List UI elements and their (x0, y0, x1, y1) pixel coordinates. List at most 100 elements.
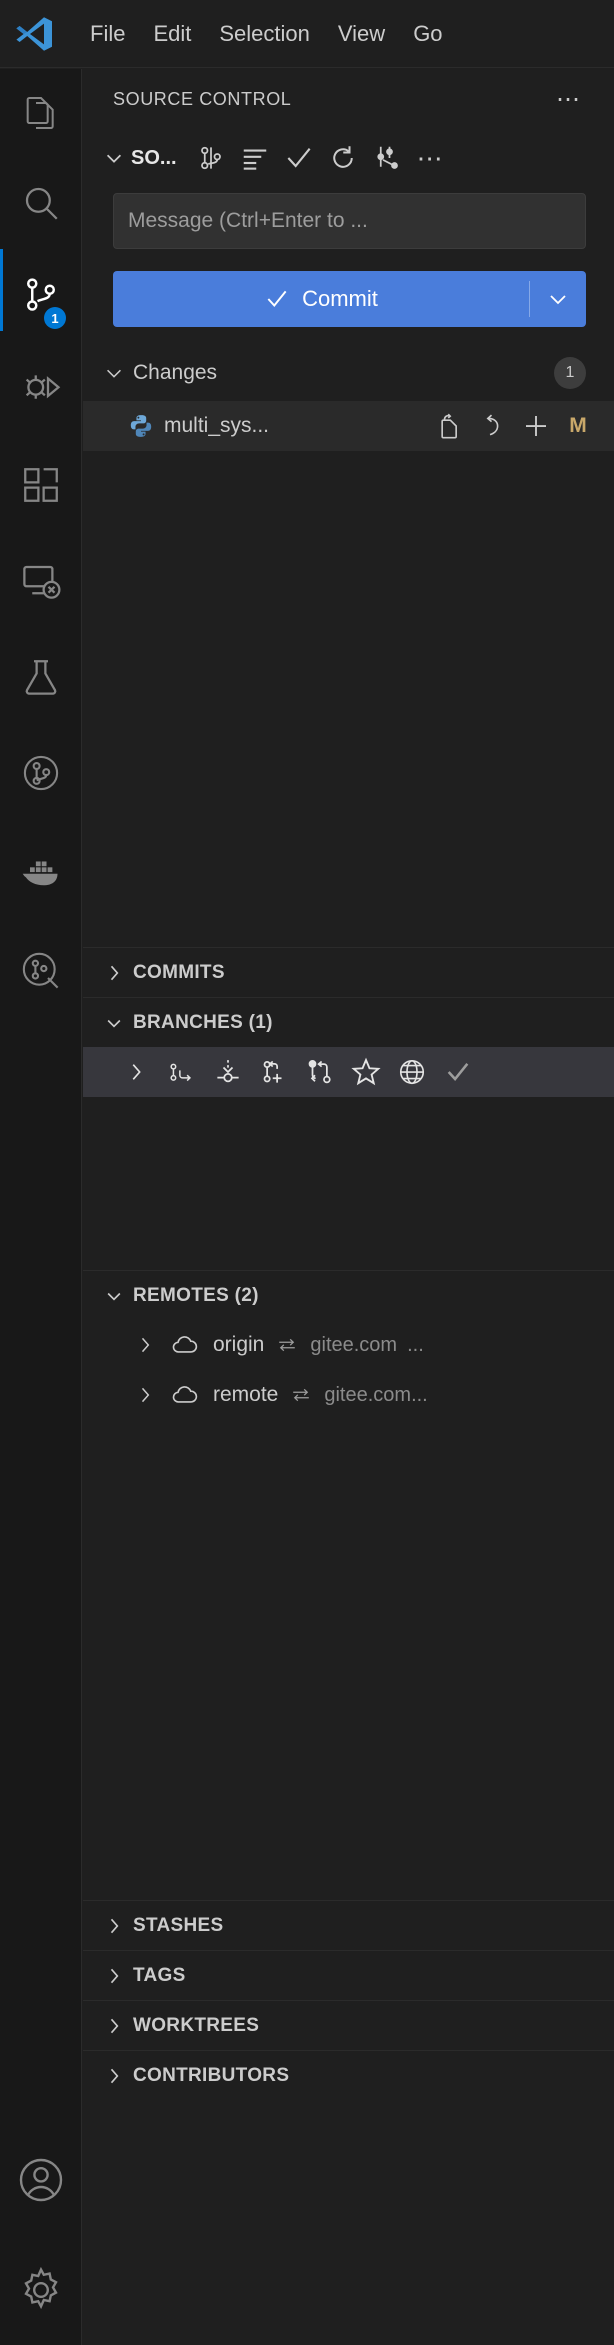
views-more-actions-icon[interactable]: ⋯ (556, 85, 600, 114)
changed-file-row[interactable]: multi_sys... M (83, 401, 614, 451)
chevron-right-icon (99, 1911, 129, 1941)
search-icon (20, 182, 62, 224)
activity-docker[interactable] (0, 821, 82, 921)
chevron-right-icon (99, 2061, 129, 2091)
activity-source-control[interactable]: 1 (0, 249, 82, 341)
scm-more-actions-button[interactable]: ⋯ (409, 136, 453, 180)
branches-empty-space (83, 1097, 614, 1270)
python-file-icon (128, 413, 154, 439)
chevron-right-icon (99, 958, 129, 988)
vscode-logo-icon[interactable] (14, 14, 54, 54)
activity-manage-settings[interactable] (0, 2235, 82, 2345)
scm-provider-toolbar: SO... ⋯ (83, 129, 614, 187)
branch-create-button[interactable] (251, 1049, 297, 1095)
changes-group-header[interactable]: Changes 1 (83, 345, 614, 401)
remotes-empty-space (83, 1420, 614, 1900)
pane-tags[interactable]: TAGS (83, 1950, 614, 2000)
git-inspect-icon (20, 950, 62, 992)
menu-bar: File Edit Selection View Go (0, 0, 614, 68)
menu-edit[interactable]: Edit (139, 19, 205, 49)
chevron-down-icon[interactable] (99, 143, 129, 173)
discard-changes-button[interactable] (470, 404, 514, 448)
changes-label: Changes (133, 361, 218, 384)
commit-button[interactable]: Commit (113, 271, 586, 327)
remote-host-origin: gitee.com (310, 1333, 398, 1356)
chevron-right-icon[interactable] (125, 1325, 165, 1365)
branch-switch-button[interactable] (159, 1049, 205, 1095)
docker-whale-icon (19, 849, 63, 893)
scm-commit-button[interactable] (277, 136, 321, 180)
remote-row-origin[interactable]: origin gitee.com ... (83, 1320, 614, 1370)
chevron-down-icon (99, 1008, 129, 1038)
chevron-right-icon[interactable] (125, 1375, 165, 1415)
chevron-right-icon (99, 1961, 129, 1991)
scm-open-graph-button[interactable] (365, 136, 409, 180)
commit-dropdown-button[interactable] (530, 271, 586, 327)
branch-current-check[interactable] (435, 1049, 481, 1095)
activity-git-inspect[interactable] (0, 921, 82, 1021)
activity-accounts[interactable] (0, 2125, 82, 2235)
file-row-actions: M (426, 404, 614, 448)
pane-contributors[interactable]: CONTRIBUTORS (83, 2050, 614, 2100)
activity-git-graph[interactable] (0, 725, 82, 821)
scm-view-changes-button[interactable] (189, 136, 233, 180)
stage-changes-button[interactable] (514, 404, 558, 448)
remote-host-remote: gitee.com... (324, 1383, 428, 1406)
sidebar-title-bar: SOURCE CONTROL ⋯ (83, 69, 614, 129)
scm-view-as-list-button[interactable] (233, 136, 277, 180)
scm-refresh-button[interactable] (321, 136, 365, 180)
activity-remote-explorer[interactable] (0, 533, 82, 629)
swap-arrows-icon (290, 1384, 312, 1406)
pane-stashes[interactable]: STASHES (83, 1900, 614, 1950)
extensions-icon (20, 464, 62, 506)
menu-selection[interactable]: Selection (205, 19, 324, 49)
pane-remotes-label: REMOTES (2) (133, 1284, 259, 1306)
pane-branches-label: BRANCHES (1) (133, 1011, 273, 1033)
commit-message-input[interactable]: Message (Ctrl+Enter to ... (113, 193, 586, 249)
commit-button-main[interactable]: Commit (113, 271, 529, 327)
pane-branches[interactable]: BRANCHES (1) (83, 997, 614, 1047)
swap-arrows-icon (276, 1334, 298, 1356)
testing-beaker-icon (20, 656, 62, 698)
activity-testing[interactable] (0, 629, 82, 725)
globe-icon[interactable] (389, 1049, 435, 1095)
pane-stashes-label: STASHES (133, 1914, 224, 1936)
chevron-down-icon (99, 358, 129, 388)
branch-actions-row[interactable] (83, 1047, 614, 1097)
activity-bar-bottom (0, 2125, 82, 2345)
file-status-badge: M (569, 414, 587, 437)
chevron-right-icon[interactable] (113, 1049, 159, 1095)
activity-search[interactable] (0, 157, 82, 249)
pane-tags-label: TAGS (133, 1964, 186, 1986)
chevron-right-icon (99, 2011, 129, 2041)
activity-run-debug[interactable] (0, 341, 82, 437)
remote-name-origin: origin (213, 1333, 265, 1356)
menu-go[interactable]: Go (399, 19, 456, 49)
branch-pull-button[interactable] (205, 1049, 251, 1095)
branch-merge-button[interactable] (297, 1049, 343, 1095)
chevron-down-icon (99, 1281, 129, 1311)
activity-extensions[interactable] (0, 437, 82, 533)
pane-commits[interactable]: COMMITS (83, 947, 614, 997)
remote-explorer-icon (20, 560, 62, 602)
pane-worktrees[interactable]: WORKTREES (83, 2000, 614, 2050)
star-icon[interactable] (343, 1049, 389, 1095)
remote-name-remote: remote (213, 1383, 279, 1406)
activity-explorer[interactable] (0, 69, 82, 157)
remote-row-remote[interactable]: remote gitee.com... (83, 1370, 614, 1420)
open-file-button[interactable] (426, 404, 470, 448)
gear-icon (17, 2266, 65, 2314)
vscode-window: File Edit Selection View Go 1 SOURCE CON… (0, 0, 614, 2345)
activity-bar: 1 (0, 69, 82, 2345)
commit-message-placeholder: Message (Ctrl+Enter to ... (128, 209, 368, 232)
menu-file[interactable]: File (76, 19, 139, 49)
pane-contributors-label: CONTRIBUTORS (133, 2064, 290, 2086)
account-icon (17, 2156, 65, 2204)
cloud-icon (165, 1375, 205, 1415)
menu-view[interactable]: View (324, 19, 399, 49)
chevron-down-icon (546, 287, 570, 311)
scm-provider-label[interactable]: SO... (131, 147, 177, 170)
files-explorer-icon (21, 93, 61, 133)
pane-remotes[interactable]: REMOTES (2) (83, 1270, 614, 1320)
remote-origin-ellipsis: ... (407, 1333, 424, 1356)
